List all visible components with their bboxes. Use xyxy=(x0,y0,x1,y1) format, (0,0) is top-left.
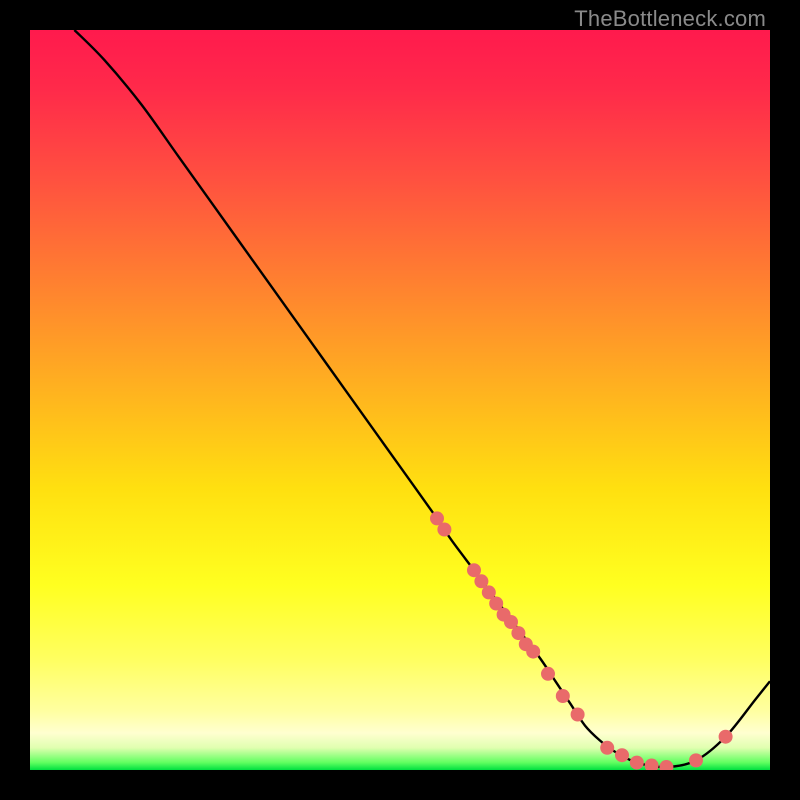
scatter-dots xyxy=(430,511,733,770)
scatter-dot xyxy=(526,645,540,659)
scatter-dot xyxy=(571,708,585,722)
scatter-dot xyxy=(541,667,555,681)
curve-path xyxy=(74,30,770,767)
chart-svg xyxy=(30,30,770,770)
scatter-dot xyxy=(659,760,673,770)
watermark-text: TheBottleneck.com xyxy=(574,6,766,32)
scatter-dot xyxy=(600,741,614,755)
scatter-dot xyxy=(689,753,703,767)
scatter-dot xyxy=(630,756,644,770)
scatter-dot xyxy=(556,689,570,703)
scatter-dot xyxy=(645,759,659,770)
bottleneck-curve xyxy=(74,30,770,767)
chart-plot-area xyxy=(30,30,770,770)
scatter-dot xyxy=(615,748,629,762)
scatter-dot xyxy=(719,730,733,744)
scatter-dot xyxy=(437,523,451,537)
